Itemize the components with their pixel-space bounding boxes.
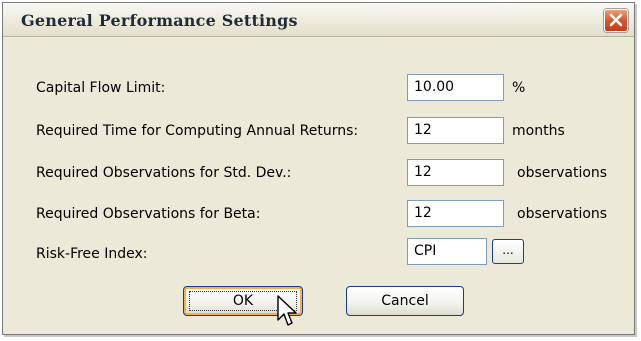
mouse-pointer-icon [277,295,297,326]
risk-free-index-label: Risk-Free Index: [36,246,148,262]
annual-returns-time-unit: months [512,123,565,139]
beta-observations-label: Required Observations for Beta: [36,206,261,222]
title-bar[interactable]: General Performance Settings [3,3,634,37]
beta-observations-input[interactable]: 12 [407,200,504,227]
annual-returns-time-label: Required Time for Computing Annual Retur… [36,123,359,139]
annual-returns-time-input[interactable]: 12 [407,117,504,144]
capital-flow-limit-input[interactable]: 10.00 [407,74,504,101]
settings-dialog: General Performance Settings Capital Flo… [2,2,635,335]
capital-flow-limit-label: Capital Flow Limit: [36,80,166,96]
close-button[interactable] [604,9,628,32]
std-dev-observations-unit: observations [517,165,608,181]
cancel-button[interactable]: Cancel [346,286,464,316]
std-dev-observations-input[interactable]: 12 [407,159,504,186]
dialog-title: General Performance Settings [21,11,298,30]
std-dev-observations-label: Required Observations for Std. Dev.: [36,165,292,181]
capital-flow-limit-unit: % [512,80,526,96]
cancel-button-label: Cancel [381,293,429,309]
browse-risk-free-index-button[interactable]: ... [492,239,524,264]
close-icon [609,13,623,27]
beta-observations-unit: observations [517,206,608,222]
risk-free-index-input[interactable]: CPI [407,238,487,265]
